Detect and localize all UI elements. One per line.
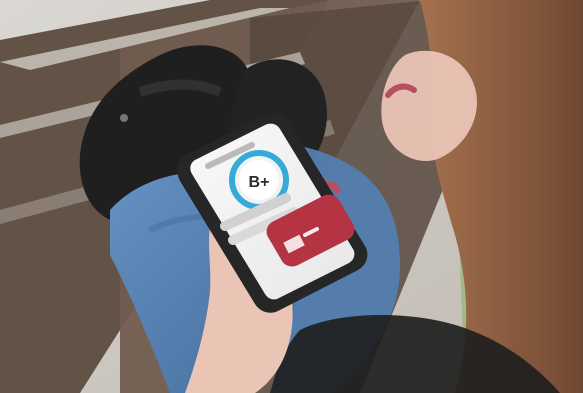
photo-scene: B+: [0, 0, 583, 393]
photo-illustration: B+: [0, 0, 583, 393]
soft-overlay: [0, 0, 583, 393]
